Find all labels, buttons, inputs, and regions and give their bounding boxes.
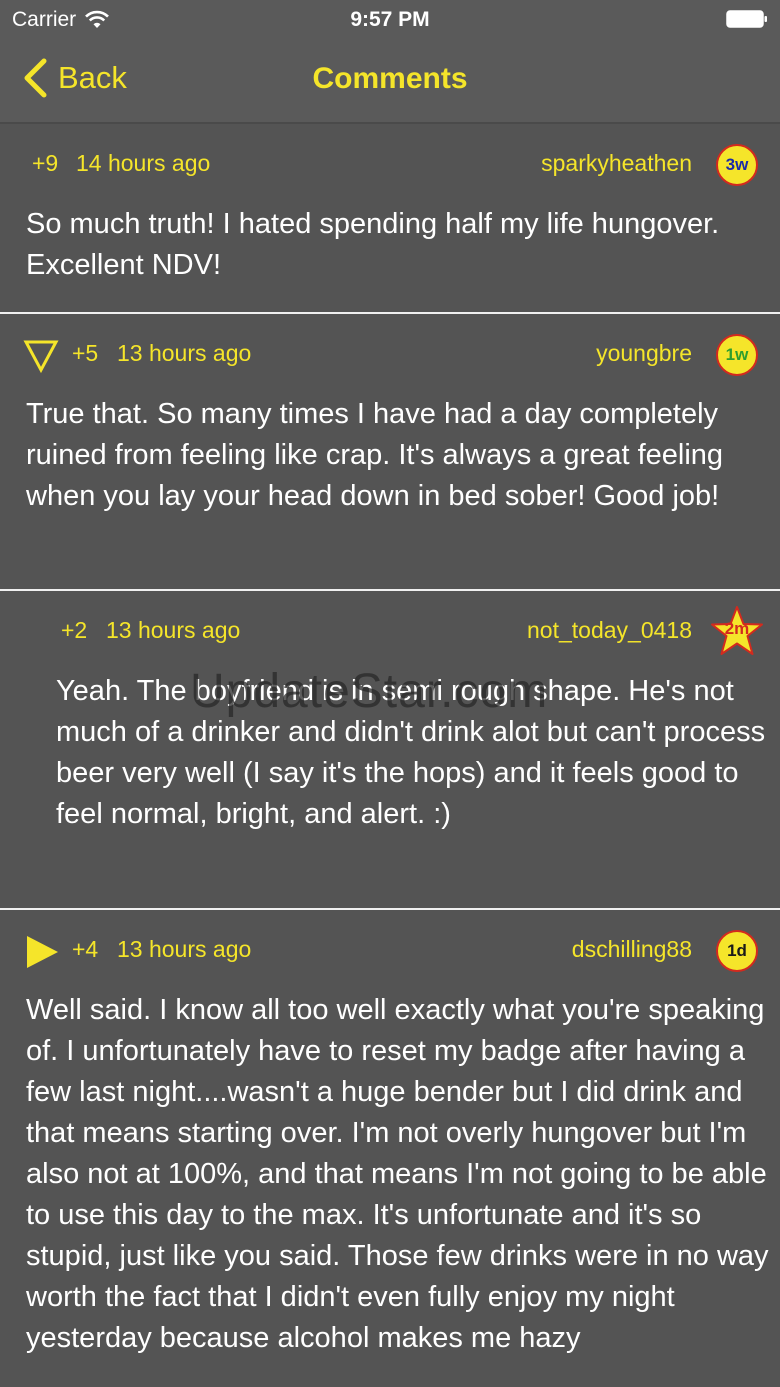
comment-body: True that. So many times I have had a da… <box>26 398 724 512</box>
comment-username[interactable]: sparkyheathen <box>541 150 692 177</box>
comment-username[interactable]: not_today_0418 <box>527 617 692 644</box>
circle-badge-icon: 1w <box>716 334 758 376</box>
badge-label: 1d <box>716 930 758 972</box>
comments-screen: Carrier 9:57 PM Back Comments +9 14 hour… <box>0 0 780 1387</box>
clock: 9:57 PM <box>350 8 430 31</box>
comment-header: +9 14 hours ago sparkyheathen 3w <box>0 124 780 202</box>
circle-badge-icon: 3w <box>716 144 758 186</box>
navigation-bar: Back Comments <box>0 40 780 124</box>
comment-header: +2 13 hours ago not_today_0418 2m <box>0 591 780 669</box>
comment-body: Well said. I know all too well exactly w… <box>26 994 769 1354</box>
badge-label: 1w <box>716 334 758 376</box>
comment-score: +2 <box>61 617 88 643</box>
triangle-right-filled-icon[interactable] <box>24 934 60 970</box>
comment-body: Yeah. The boyfriend is in semi rough sha… <box>56 675 766 830</box>
comment-username[interactable]: youngbre <box>596 340 692 367</box>
comment-header: +4 13 hours ago dschilling88 1d <box>0 910 780 988</box>
comment-score: +4 <box>72 936 99 962</box>
page-title: Comments <box>312 62 468 95</box>
comment-username[interactable]: dschilling88 <box>572 936 692 963</box>
battery-icon <box>726 10 767 28</box>
badge-label: 2m <box>724 619 750 638</box>
circle-badge-icon: 1d <box>716 930 758 972</box>
comment-score: +9 <box>32 150 59 176</box>
comment-item[interactable]: +9 14 hours ago sparkyheathen 3w So much… <box>0 124 780 314</box>
comment-age: 13 hours ago <box>106 617 241 643</box>
comment-score: +5 <box>72 340 99 366</box>
comment-age: 14 hours ago <box>76 150 211 176</box>
comment-item[interactable]: +5 13 hours ago youngbre 1w True that. S… <box>0 314 780 591</box>
comment-body: So much truth! I hated spending half my … <box>26 208 720 281</box>
comments-list[interactable]: +9 14 hours ago sparkyheathen 3w So much… <box>0 124 780 1387</box>
comment-item[interactable]: +4 13 hours ago dschilling88 1d Well sai… <box>0 910 780 1387</box>
comment-age: 13 hours ago <box>117 340 252 366</box>
badge-label: 3w <box>716 144 758 186</box>
star-badge-icon: 2m <box>710 605 764 657</box>
comment-item[interactable]: +2 13 hours ago not_today_0418 2m Yeah. … <box>0 591 780 910</box>
comment-age: 13 hours ago <box>117 936 252 962</box>
status-bar: Carrier 9:57 PM <box>0 0 780 40</box>
comment-header: +5 13 hours ago youngbre 1w <box>0 314 780 392</box>
triangle-down-outline-icon[interactable] <box>23 338 59 374</box>
